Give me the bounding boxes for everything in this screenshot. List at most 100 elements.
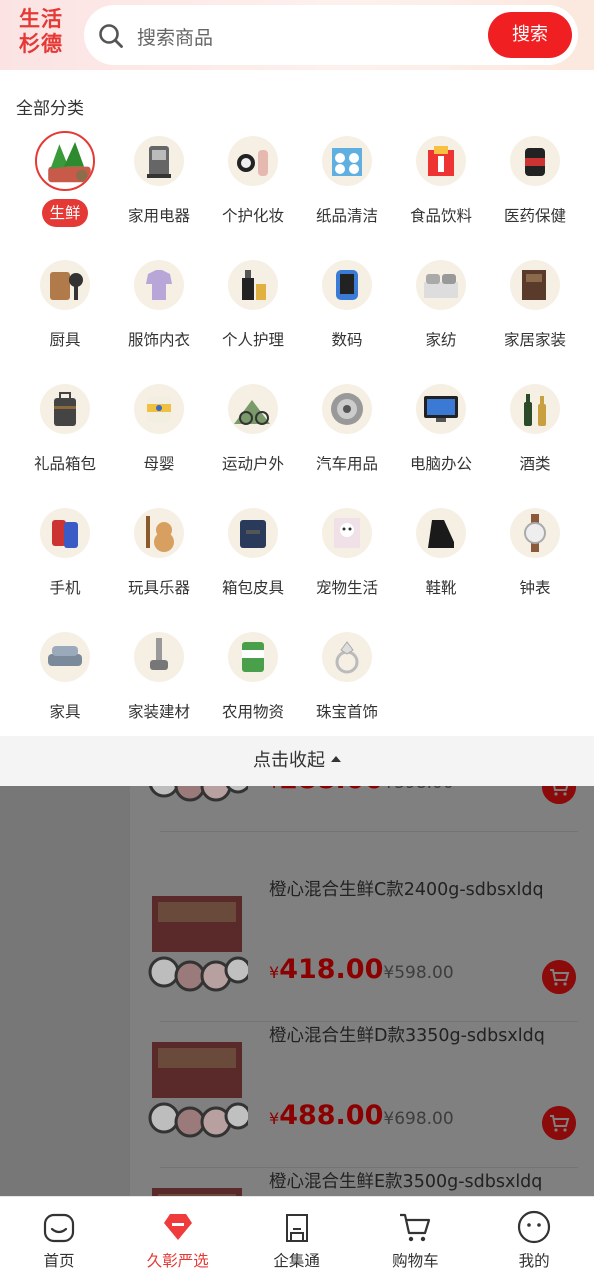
category-item[interactable]: 鞋靴 [394,500,488,624]
enterprise-icon [285,1214,308,1242]
category-item[interactable]: 手机 [18,500,112,624]
category-item[interactable]: 生鲜 [18,128,112,252]
sports-outdoor-icon [228,384,278,434]
category-item[interactable]: 个人护理 [206,252,300,376]
category-item[interactable]: 运动户外 [206,376,300,500]
pet-icon [322,508,372,558]
baby-icon [134,384,184,434]
category-item[interactable]: 玩具乐器 [112,500,206,624]
price-currency: ¥ [269,786,279,792]
category-item[interactable]: 数码 [300,252,394,376]
category-item[interactable]: 酒类 [488,376,582,500]
add-to-cart-icon[interactable] [542,1106,576,1140]
caret-up-icon [331,756,341,762]
category-label: 钟表 [519,579,551,597]
nav-item[interactable]: 购物车 [356,1197,474,1280]
add-to-cart-icon[interactable] [542,786,576,804]
category-item[interactable]: 家装建材 [112,624,206,748]
category-item[interactable]: 食品饮料 [394,128,488,252]
home-icon [43,1213,75,1243]
price-currency: ¥ [269,1109,280,1128]
category-label: 运动户外 [221,455,284,473]
collapse-button[interactable]: 点击收起 [0,736,594,786]
category-item[interactable]: 家纺 [394,252,488,376]
category-item[interactable]: 家用电器 [112,128,206,252]
clothing-icon [134,260,184,310]
car-supplies-icon [322,384,372,434]
nav-item[interactable]: 企集通 [238,1197,356,1280]
fresh-food-icon [35,131,95,191]
jewelry-icon [322,632,372,682]
app-logo[interactable]: 生活 杉德 [8,6,74,64]
product-name[interactable]: 橙心混合生鲜E款3500g-sdbsxldq [269,1168,542,1193]
category-item[interactable]: 家居家装 [488,252,582,376]
category-item[interactable]: 箱包皮具 [206,500,300,624]
category-item[interactable]: 钟表 [488,500,582,624]
category-item[interactable]: 汽车用品 [300,376,394,500]
product-list: ¥288.00¥398.00 橙心混合生鲜C款2400g-sdbsxldq ¥418… [130,786,594,1196]
category-item[interactable]: 母婴 [112,376,206,500]
category-item[interactable]: 服饰内衣 [112,252,206,376]
phone-icon [40,508,90,558]
product-row[interactable]: 橙心混合生鲜D款3350g-sdbsxldq ¥488.00¥698.00 [130,1022,594,1168]
cosmetics-icon [228,136,278,186]
paper-cleaning-icon [322,136,372,186]
category-label: 玩具乐器 [127,579,190,597]
nav-label: 企集通 [273,1252,320,1270]
category-label: 家居家装 [503,331,566,349]
search-button[interactable]: 搜索 [488,12,572,58]
digital-icon [322,260,372,310]
category-label: 手机 [49,579,81,597]
category-item[interactable]: 宠物生活 [300,500,394,624]
category-label: 珠宝首饰 [315,703,378,721]
building-material-icon [134,632,184,682]
nav-item[interactable]: 首页 [0,1197,118,1280]
category-item[interactable]: 珠宝首饰 [300,624,394,748]
category-item[interactable]: 纸品清洁 [300,128,394,252]
category-label: 医药保健 [503,207,566,225]
category-item[interactable]: 电脑办公 [394,376,488,500]
category-label: 礼品箱包 [33,455,96,473]
category-item[interactable]: 家具 [18,624,112,748]
wine-icon [510,384,560,434]
appliance-icon [134,136,184,186]
product-name[interactable]: 橙心混合生鲜D款3350g-sdbsxldq [269,1022,545,1047]
search-bar[interactable]: 搜索商品 搜索 [84,5,578,65]
category-item[interactable]: 医药保健 [488,128,582,252]
row-divider [160,831,578,832]
product-list-overlay[interactable]: ¥288.00¥398.00 橙心混合生鲜C款2400g-sdbsxldq ¥418… [0,786,594,1196]
collapse-label: 点击收起 [253,750,325,771]
price-value: 488.00 [279,1100,384,1131]
cart-icon [400,1213,431,1242]
category-item[interactable]: 农用物资 [206,624,300,748]
food-drink-icon [416,136,466,186]
nav-item[interactable]: 久彰严选 [119,1197,237,1280]
nav-item[interactable]: 我的 [475,1197,593,1280]
category-item[interactable]: 个护化妆 [206,128,300,252]
category-label: 家纺 [425,331,457,349]
product-price: ¥418.00¥598.00 [269,954,454,985]
product-thumbnail [148,1042,248,1138]
category-label: 纸品清洁 [315,207,378,225]
product-row[interactable]: 橙心混合生鲜E款3500g-sdbsxldq [130,1168,594,1196]
product-name[interactable]: 橙心混合生鲜C款2400g-sdbsxldq [269,876,544,901]
logo-line-1: 生活 [19,6,63,31]
category-item[interactable]: 礼品箱包 [18,376,112,500]
category-label: 家装建材 [127,703,190,721]
product-row[interactable]: 橙心混合生鲜C款2400g-sdbsxldq ¥418.00¥598.00 [130,876,594,1022]
search-input[interactable]: 搜索商品 [137,23,213,50]
category-label: 食品饮料 [409,207,472,225]
category-panel-title: 全部分类 [16,99,84,119]
bag-leather-icon [228,508,278,558]
logo-line-2: 杉德 [19,31,63,56]
home-textile-icon [416,260,466,310]
category-item[interactable]: 厨具 [18,252,112,376]
product-row[interactable]: ¥288.00¥398.00 [130,786,594,832]
add-to-cart-icon[interactable] [542,960,576,994]
price-value: 288.00 [279,786,383,795]
profile-icon [518,1210,551,1244]
category-label: 厨具 [49,331,81,349]
product-price: ¥488.00¥698.00 [269,1100,454,1131]
nav-label: 首页 [43,1252,75,1270]
original-price: ¥398.00 [383,786,453,793]
